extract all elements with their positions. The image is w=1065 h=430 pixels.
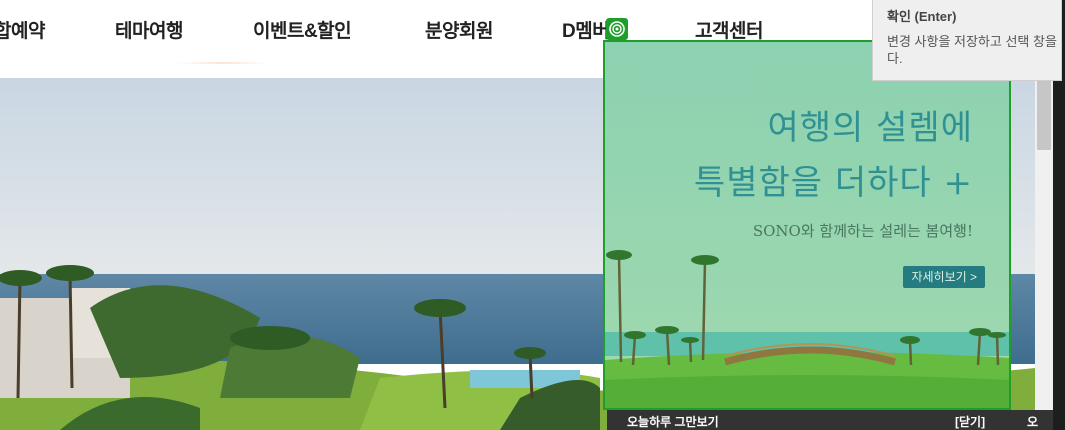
view-details-button[interactable]: 자세히보기 > xyxy=(903,266,985,288)
popup-headline-line1: 여행의 설렘에 xyxy=(767,108,973,148)
bar-extra-text: 오 xyxy=(1027,415,1039,429)
dont-show-today-button[interactable]: 오늘하루 그만보기 xyxy=(627,413,719,430)
popup-bottom-bar: 오늘하루 그만보기 [닫기] 오 xyxy=(607,410,1053,430)
nav-active-underline xyxy=(175,62,270,64)
spring-travel-popup[interactable]: 여행의 설렘에 특별함을 더하다 + SONO와 함께하는 설레는 봄여행! 자… xyxy=(605,40,1011,410)
nav-item-customer-center[interactable]: 고객센터 xyxy=(695,16,763,43)
scrollbar-thumb[interactable] xyxy=(1037,80,1051,150)
nav-item-theme-travel[interactable]: 테마여행 xyxy=(115,16,183,43)
confirm-tooltip: 확인 (Enter) 변경 사항을 저장하고 선택 창을 닫습니다. xyxy=(872,0,1062,81)
nav-item-membership[interactable]: 분양회원 xyxy=(425,16,493,43)
nav-item-integrated-booking[interactable]: 합예약 xyxy=(0,16,45,43)
nav-item-events-discounts[interactable]: 이벤트&할인 xyxy=(253,16,352,43)
popup-headline-line2: 특별함을 더하다 + xyxy=(693,163,973,203)
page-scrollbar[interactable] xyxy=(1035,78,1053,430)
popup-subtext: SONO와 함께하는 설레는 봄여행! xyxy=(752,222,973,240)
tooltip-title: 확인 (Enter) xyxy=(887,9,957,24)
tooltip-description: 변경 사항을 저장하고 선택 창을 닫습니다. xyxy=(887,34,1061,66)
close-popup-button[interactable]: [닫기] xyxy=(955,413,985,430)
target-icon xyxy=(606,18,628,40)
